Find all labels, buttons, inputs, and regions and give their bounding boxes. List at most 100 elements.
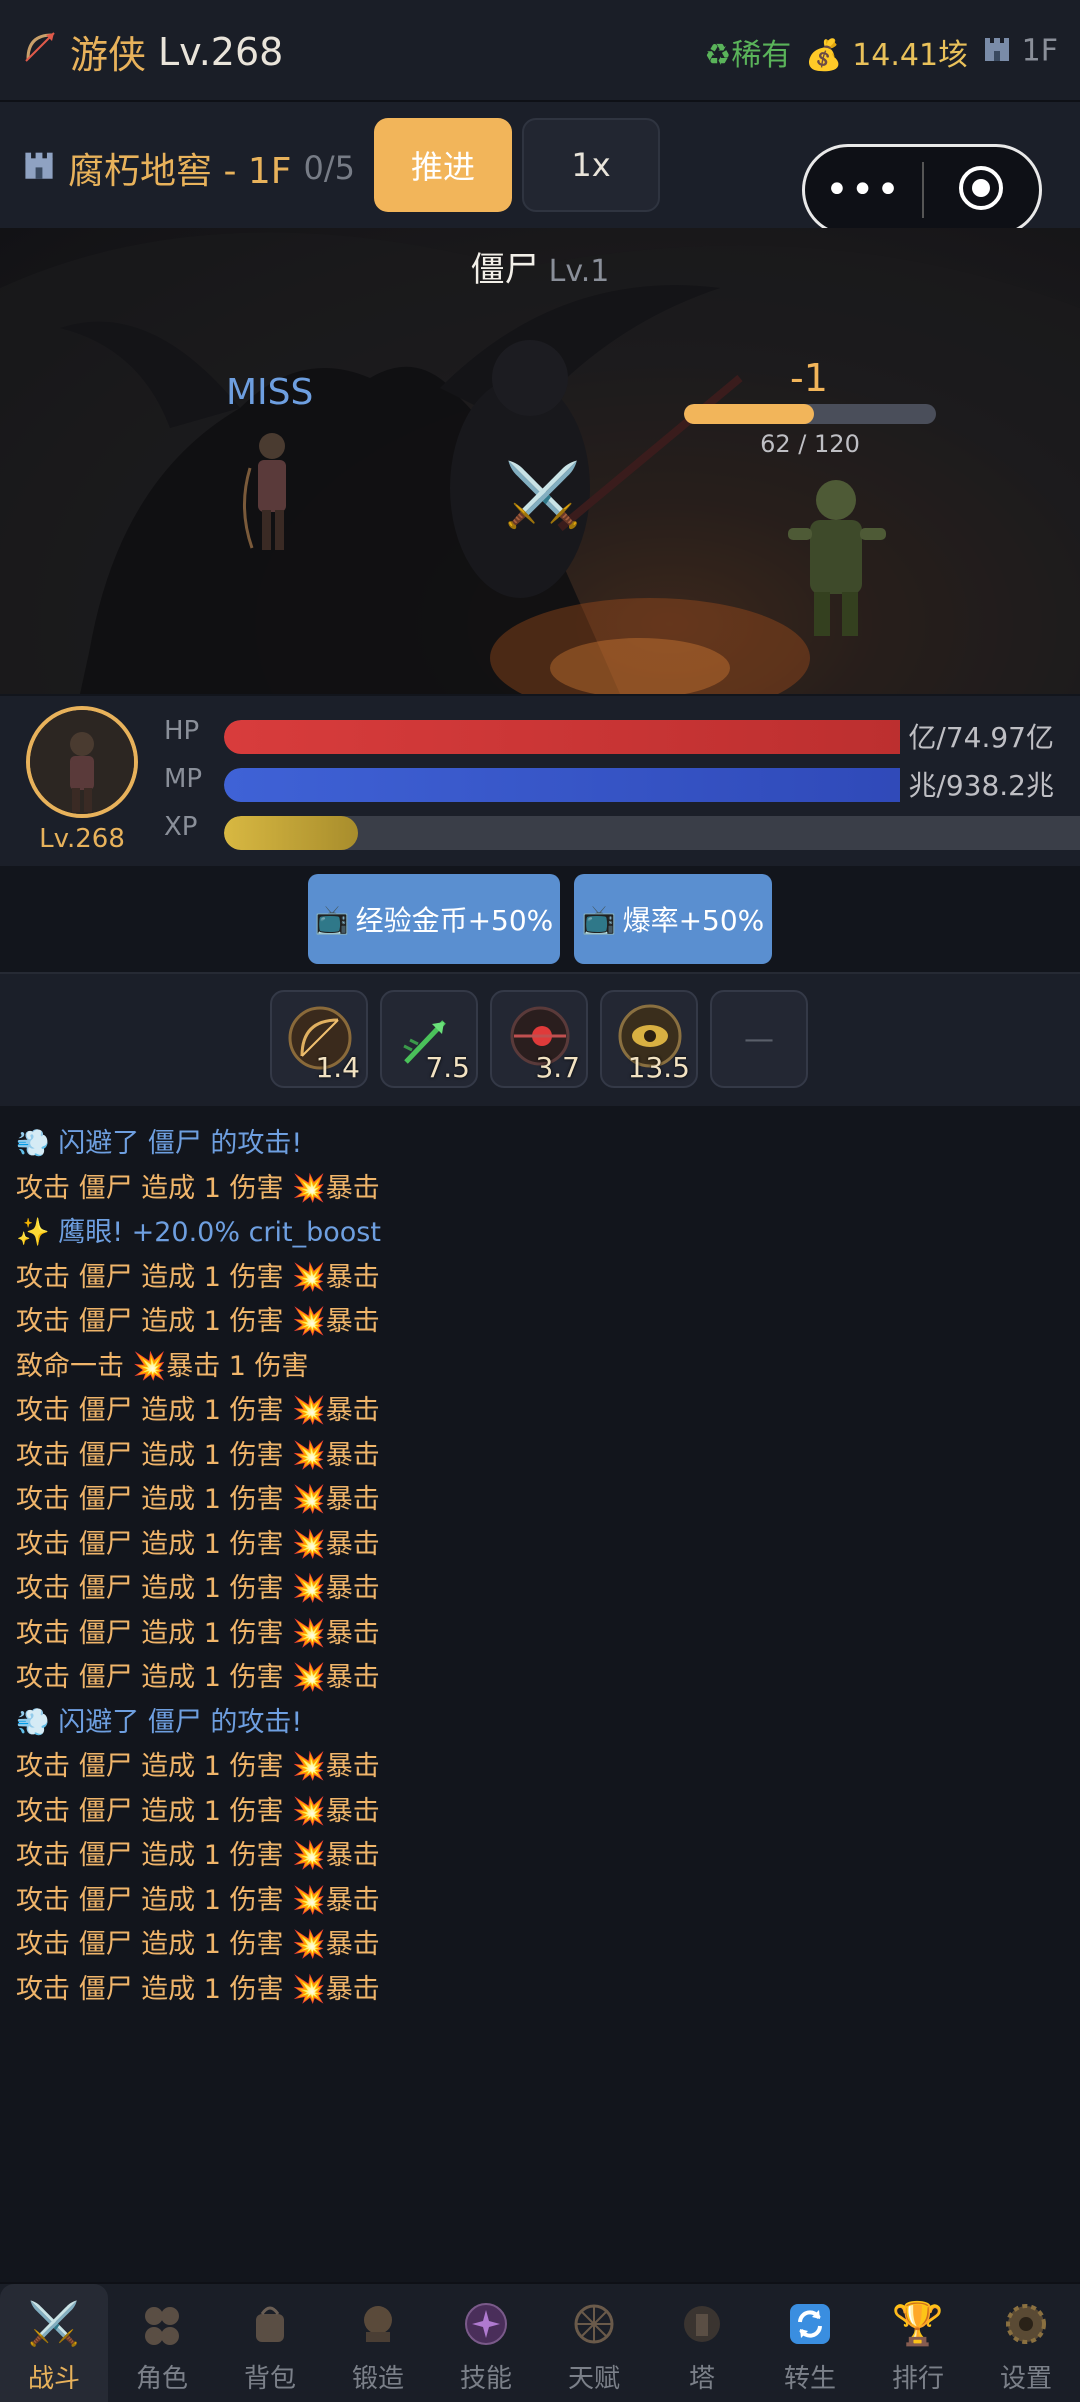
nav-label: 锻造 [351,2364,404,2394]
nav-ranking[interactable]: 🏆 排行 [864,2284,972,2402]
nav-label: 设置 [999,2364,1052,2394]
nav-skills[interactable]: 技能 [432,2284,540,2402]
skill-cooldown: 7.5 [425,1051,470,1084]
nav-label: 天赋 [567,2364,620,2394]
crossed-swords-icon: ⚔️ [27,2299,81,2348]
battle-scene: 僵尸 Lv.1 MISS -1 62 / 120 ⚔️ [0,228,1080,694]
gold-value: 14.41垓 [852,38,969,73]
log-line: 💨 闪避了 僵尸 的攻击! [16,1706,303,1738]
close-target-button[interactable] [924,163,1039,217]
log-line: 攻击 僵尸 造成 1 伤害 💥暴击 [16,1172,380,1204]
top-bar: 游侠 Lv.268 ♻稀有 💰 14.41垓 1F [0,0,1080,102]
rarity-label: 稀有 [731,38,792,73]
tower-icon [648,2298,756,2350]
avatar-level: Lv.268 [39,824,125,854]
bow-icon [22,29,58,74]
nav-battle[interactable]: ⚔️ 战斗 [0,2284,108,2402]
log-line: 攻击 僵尸 造成 1 伤害 💥暴击 [16,1929,380,1960]
avatar[interactable] [26,706,138,818]
log-line: 攻击 僵尸 造成 1 伤害 💥暴击 [16,1617,380,1649]
avatar-portrait [30,710,134,814]
bag-icon [216,2298,324,2350]
nav-bag[interactable]: 背包 [216,2284,324,2402]
log-line: 攻击 僵尸 造成 1 伤害 💥暴击 [16,1484,380,1515]
log-line: 攻击 僵尸 造成 1 伤害 💥暴击 [16,1261,380,1293]
log-line: 攻击 僵尸 造成 1 伤害 💥暴击 [16,1528,380,1560]
log-line: 攻击 僵尸 造成 1 伤害 💥暴击 [16,1573,380,1604]
log-line: 致命一击 💥暴击 1 伤害 [16,1350,309,1382]
tv-icon: 📺 [581,902,617,936]
gear-icon [972,2298,1080,2350]
enemy-hp-text: 62 / 120 [760,430,860,458]
skill-slot-2[interactable]: 7.5 [380,990,478,1088]
empty-slot-dash: — [744,1021,774,1057]
skill-slot-1[interactable]: 1.4 [270,990,368,1088]
nav-label: 塔 [688,2364,715,2394]
skill-cooldown: 3.7 [535,1051,580,1084]
nav-talent[interactable]: 天赋 [540,2284,648,2402]
enemy-hp-bar [684,404,936,424]
nav-label: 转生 [783,2364,836,2394]
combat-log: 💨 闪避了 僵尸 的攻击! 攻击 僵尸 造成 1 伤害 💥暴击 ✨ 鹰眼! +20.… [16,1122,1066,2012]
character-icon [108,2298,216,2350]
hp-value: 亿/74.97亿 [900,716,1054,756]
buff-drop-rate-button[interactable]: 📺 爆率+50% [574,874,772,964]
xp-label: XP [164,812,198,842]
log-line: 攻击 僵尸 造成 1 伤害 💥暴击 [16,1795,380,1827]
nav-forge[interactable]: 锻造 [324,2284,432,2402]
nav-rebirth[interactable]: 转生 [756,2284,864,2402]
dungeon-info: 腐朽地窖 - 1F 0/5 [22,142,355,194]
tv-icon: 📺 [314,902,350,936]
buff-exp-gold-button[interactable]: 📺 经验金币+50% [308,874,560,964]
character-level: Lv.268 [158,29,284,74]
skill-slot-4[interactable]: 13.5 [600,990,698,1088]
talent-icon [540,2298,648,2350]
advance-button[interactable]: 推进 [374,118,512,212]
nav-tower[interactable]: 塔 [648,2284,756,2402]
floor-indicator: 1F [982,33,1058,71]
resource-stats: ♻稀有 💰 14.41垓 1F [704,30,1058,74]
skill-cooldown: 13.5 [627,1051,690,1084]
class-name: 游侠 [70,33,147,77]
log-line: 💨 闪避了 僵尸 的攻击! [16,1128,303,1159]
dungeon-name: 腐朽地窖 - 1F [68,151,292,192]
nav-settings[interactable]: 设置 [972,2284,1080,2402]
hp-row: HP 亿/74.97亿 [164,714,1080,756]
log-line: ✨ 鹰眼! +20.0% crit_boost [16,1217,381,1248]
skill-slot-3[interactable]: 3.7 [490,990,588,1088]
recycle-icon: ♻ [704,38,732,73]
buff-bar: 📺 经验金币+50% 📺 爆率+50% [0,868,1080,974]
log-line: 攻击 僵尸 造成 1 伤害 💥暴击 [16,1884,380,1916]
trophy-icon: 🏆 [891,2299,945,2348]
log-line: 攻击 僵尸 造成 1 伤害 💥暴击 [16,1395,380,1426]
castle-icon [982,33,1012,71]
xp-bar [224,816,1080,850]
miniprogram-capsule: ••• [802,144,1042,236]
nav-label: 排行 [891,2364,944,2394]
skill-icon [432,2298,540,2350]
log-line: 攻击 僵尸 造成 1 伤害 💥暴击 [16,1439,380,1471]
enemy-name: 僵尸 Lv.1 [0,242,1080,291]
miss-popup: MISS [226,372,314,413]
bottom-nav: ⚔️ 战斗 角色 背包 锻造 技能 天赋 塔 转生 🏆 排行 设置 [0,2282,1080,2402]
character-title: 游侠 Lv.268 [22,24,283,79]
enemy-hp-fill [684,404,815,424]
enemy-level: Lv.1 [548,254,610,289]
nav-character[interactable]: 角色 [108,2284,216,2402]
skill-slot-empty[interactable]: — [710,990,808,1088]
more-menu-button[interactable]: ••• [805,167,922,213]
log-line: 攻击 僵尸 造成 1 伤害 💥暴击 [16,1840,380,1871]
rarity-indicator: ♻稀有 [704,30,791,74]
skill-bar: 1.4 7.5 3.7 13.5 — [0,974,1080,1106]
rebirth-icon [756,2298,864,2350]
dungeon-bar: 腐朽地窖 - 1F 0/5 推进 1x ••• [0,102,1080,236]
log-line: 攻击 僵尸 造成 1 伤害 💥暴击 [16,1306,380,1337]
money-bag-icon: 💰 [805,38,843,73]
buff-label: 经验金币+50% [355,904,554,937]
floor-progress: 0/5 [303,149,356,187]
hp-label: HP [164,716,200,746]
log-line: 攻击 僵尸 造成 1 伤害 💥暴击 [16,1973,380,2005]
speed-button[interactable]: 1x [522,118,660,212]
mp-value: 兆/938.2兆 [900,764,1054,804]
nav-label: 战斗 [27,2364,80,2394]
